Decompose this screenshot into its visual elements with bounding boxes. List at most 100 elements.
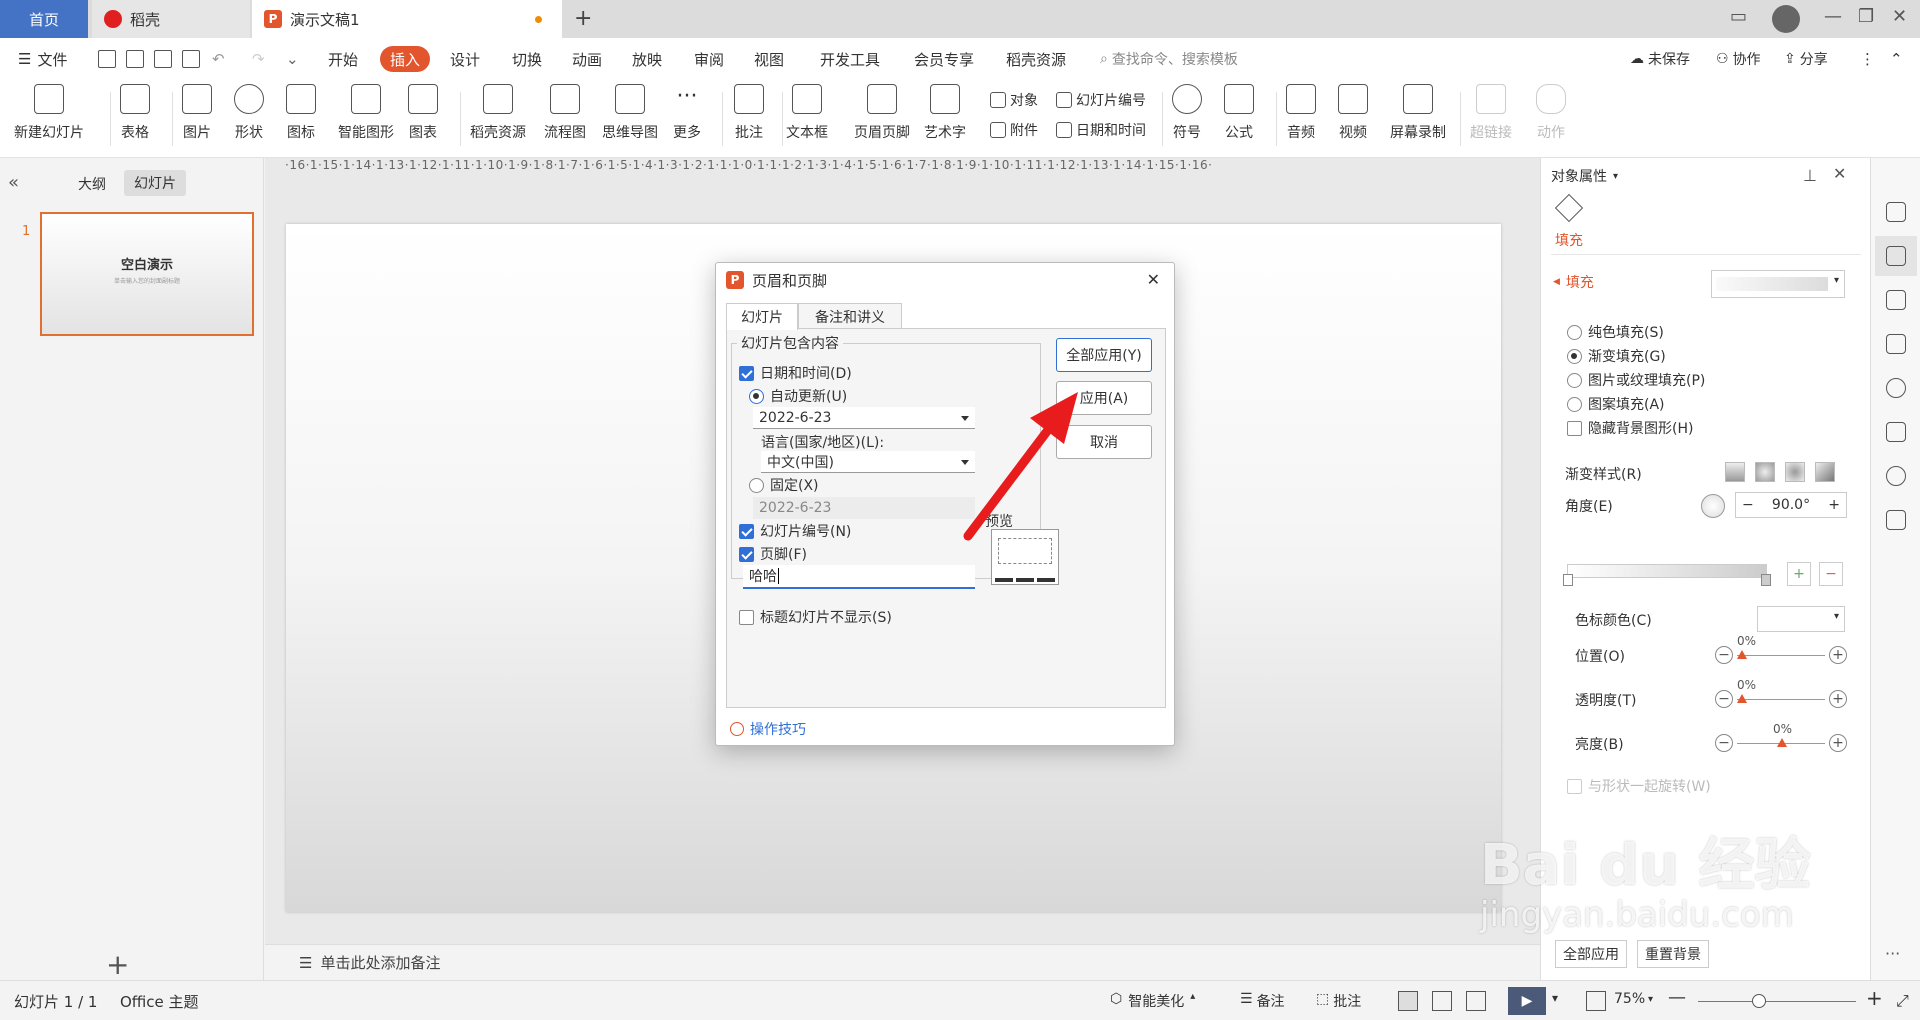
- object-properties-title[interactable]: 对象属性 ▾: [1551, 166, 1618, 186]
- minus-icon[interactable]: −: [1715, 734, 1733, 752]
- new-tab-plus-icon[interactable]: +: [574, 6, 592, 31]
- remove-stop-icon[interactable]: −: [1819, 562, 1843, 586]
- command-search[interactable]: ⌕ 查找命令、搜索模板: [1100, 38, 1238, 80]
- transition-icon[interactable]: [1886, 334, 1906, 354]
- print-icon[interactable]: [154, 50, 172, 68]
- play-slideshow-button[interactable]: ▶: [1508, 987, 1546, 1015]
- beautify-icon[interactable]: [1886, 422, 1906, 442]
- menu-daoke-resource[interactable]: 稻壳资源: [1006, 38, 1066, 80]
- fill-section-header[interactable]: ◀ 填充: [1553, 272, 1594, 292]
- reset-bg-button[interactable]: 重置背景: [1637, 940, 1709, 968]
- slide-number-checkbox[interactable]: 幻灯片编号(N): [739, 521, 851, 541]
- angle-stepper[interactable]: − 90.0° +: [1735, 492, 1847, 518]
- color-stop-dropdown[interactable]: ▾: [1757, 606, 1845, 632]
- tab-document[interactable]: P 演示文稿1: [252, 0, 562, 38]
- solid-fill-radio[interactable]: 纯色填充(S): [1567, 322, 1664, 342]
- zoom-slider[interactable]: [1698, 1001, 1856, 1002]
- zoom-slider-thumb[interactable]: [1752, 994, 1766, 1008]
- slider-thumb[interactable]: [1777, 738, 1787, 747]
- add-stop-icon[interactable]: +: [1787, 562, 1811, 586]
- language-select[interactable]: 中文(中国): [761, 451, 975, 473]
- action-button[interactable]: 动作: [1536, 84, 1566, 142]
- collapse-ribbon-icon[interactable]: ⌃: [1890, 38, 1903, 80]
- zoom-chevron-icon[interactable]: ▾: [1648, 994, 1653, 1005]
- video-button[interactable]: 视频: [1338, 84, 1368, 142]
- tab-home[interactable]: 首页: [0, 0, 88, 38]
- minus-icon[interactable]: −: [1715, 690, 1733, 708]
- symbol-button[interactable]: 符号: [1172, 84, 1202, 142]
- lightning-icon[interactable]: [1886, 466, 1906, 486]
- tab-daoke[interactable]: 稻壳: [92, 0, 250, 38]
- minimize-icon[interactable]: —: [1824, 6, 1842, 27]
- header-footer-button[interactable]: 页眉页脚: [854, 84, 910, 142]
- more-button[interactable]: ··· 更多: [672, 84, 702, 142]
- close-window-icon[interactable]: ✕: [1892, 6, 1907, 27]
- add-slide-plus-icon[interactable]: +: [106, 948, 129, 981]
- sliders-icon[interactable]: [1886, 246, 1906, 266]
- fullscreen-icon[interactable]: ⤢: [1896, 991, 1909, 1011]
- restore-icon[interactable]: ❐: [1858, 6, 1874, 27]
- normal-view-icon[interactable]: [1398, 991, 1418, 1011]
- undo-icon[interactable]: ↶: [212, 38, 225, 80]
- close-dialog-icon[interactable]: ✕: [1147, 270, 1160, 289]
- formula-button[interactable]: 公式: [1224, 84, 1254, 142]
- mindmap-button[interactable]: 思维导图: [602, 84, 658, 142]
- title-slide-hide-checkbox[interactable]: 标题幻灯片不显示(S): [739, 607, 892, 627]
- notes-toggle-button[interactable]: ☰ 备注: [1240, 991, 1285, 1011]
- date-format-select[interactable]: 2022-6-23: [753, 407, 975, 429]
- daoke-resource-button[interactable]: 稻壳资源: [470, 84, 526, 142]
- gradient-style-path[interactable]: [1815, 462, 1835, 482]
- notes-bar[interactable]: ☰ 单击此处添加备注: [265, 944, 1540, 980]
- picture-button[interactable]: 图片: [182, 84, 212, 142]
- menu-slideshow[interactable]: 放映: [632, 38, 662, 80]
- audio-button[interactable]: 音频: [1286, 84, 1316, 142]
- new-slide-button[interactable]: 新建幻灯片: [14, 84, 84, 142]
- cube-icon[interactable]: [1886, 510, 1906, 530]
- hyperlink-button[interactable]: 超链接: [1470, 84, 1512, 142]
- qat-dropdown-icon[interactable]: ⌄: [286, 38, 299, 80]
- datetime-checkbox[interactable]: 日期和时间(D): [739, 363, 852, 383]
- collapse-panel-icon[interactable]: «: [8, 172, 19, 193]
- icon-button[interactable]: 图标: [286, 84, 316, 142]
- dialog-tab-notes[interactable]: 备注和讲义: [798, 303, 902, 329]
- gradient-style-radial[interactable]: [1755, 462, 1775, 482]
- slide-number-button[interactable]: 幻灯片编号: [1056, 90, 1146, 110]
- gradient-style-linear[interactable]: [1725, 462, 1745, 482]
- plus-icon[interactable]: +: [1828, 497, 1840, 513]
- menu-start[interactable]: 开始: [328, 38, 358, 80]
- zoom-out-icon[interactable]: —: [1668, 987, 1686, 1008]
- pattern-fill-radio[interactable]: 图案填充(A): [1567, 394, 1665, 414]
- gradient-stop-handle[interactable]: [1563, 574, 1573, 586]
- shape-button[interactable]: 形状: [234, 84, 264, 142]
- menu-member[interactable]: 会员专享: [914, 38, 974, 80]
- fixed-radio[interactable]: 固定(X): [749, 475, 819, 495]
- minus-icon[interactable]: −: [1742, 497, 1754, 513]
- comment-button[interactable]: 批注: [734, 84, 764, 142]
- angle-dial-icon[interactable]: [1701, 494, 1725, 518]
- reading-view-icon[interactable]: [1466, 991, 1486, 1011]
- rotate-with-shape-checkbox[interactable]: 与形状一起旋转(W): [1567, 776, 1711, 796]
- comments-toggle-button[interactable]: ⬚ 批注: [1316, 991, 1361, 1011]
- preview-icon[interactable]: [182, 50, 200, 68]
- fill-bucket-icon[interactable]: [1554, 193, 1584, 223]
- dialog-tab-slide[interactable]: 幻灯片: [726, 303, 798, 330]
- window-layout-icon[interactable]: ▭: [1730, 6, 1747, 27]
- flowchart-button[interactable]: 流程图: [544, 84, 586, 142]
- fit-window-icon[interactable]: [1586, 991, 1606, 1011]
- zoom-value[interactable]: 75%: [1614, 991, 1645, 1007]
- menu-insert[interactable]: 插入: [380, 46, 431, 72]
- file-menu[interactable]: ☰ 文件: [18, 38, 67, 80]
- export-icon[interactable]: [126, 50, 144, 68]
- collaborate-button[interactable]: ⚇ 协作: [1716, 38, 1761, 80]
- tips-link[interactable]: 操作技巧: [730, 719, 806, 739]
- plus-icon[interactable]: +: [1829, 734, 1847, 752]
- datetime-button[interactable]: 日期和时间: [1056, 120, 1146, 140]
- footer-text-input[interactable]: 哈哈: [743, 565, 975, 589]
- zoom-in-icon[interactable]: +: [1866, 986, 1883, 1010]
- slides-tab[interactable]: 幻灯片: [124, 170, 186, 196]
- menu-developer[interactable]: 开发工具: [820, 38, 880, 80]
- smart-graphic-button[interactable]: 智能图形: [338, 84, 394, 142]
- attachment-button[interactable]: 附件: [990, 120, 1038, 140]
- menu-animation[interactable]: 动画: [572, 38, 602, 80]
- apply-all-button[interactable]: 全部应用(Y): [1056, 338, 1152, 372]
